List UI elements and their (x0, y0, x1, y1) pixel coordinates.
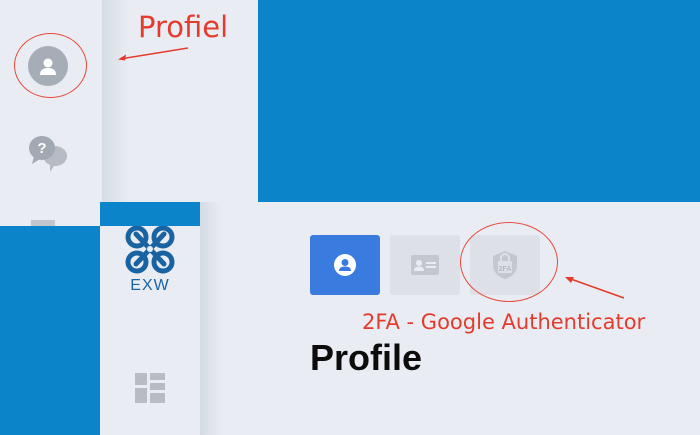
id-card-icon (411, 255, 439, 275)
svg-text:?: ? (37, 140, 46, 157)
dashboard-icon[interactable] (134, 372, 166, 404)
user-icon (334, 254, 356, 276)
tab-identity[interactable] (390, 235, 460, 295)
brand-name: EXW (130, 277, 170, 294)
annotation-arrow-profile (118, 47, 189, 61)
sidebar-shadow (200, 202, 222, 435)
exw-logo-icon[interactable] (124, 226, 176, 276)
annotation-arrow-2fa (565, 277, 625, 299)
profile-highlight-circle (14, 33, 87, 98)
sidebar-shadow (102, 0, 130, 226)
annotation-2fa: 2FA - Google Authenticator (362, 310, 646, 334)
background-gap (100, 202, 200, 226)
annotation-profile: Profiel (138, 10, 229, 44)
page-title: Profile (310, 337, 423, 378)
menu-icon-partial (31, 220, 55, 226)
chat-question-icon[interactable]: ? (28, 134, 72, 174)
tab-profile[interactable] (310, 235, 380, 295)
twofa-highlight-circle (460, 222, 558, 302)
